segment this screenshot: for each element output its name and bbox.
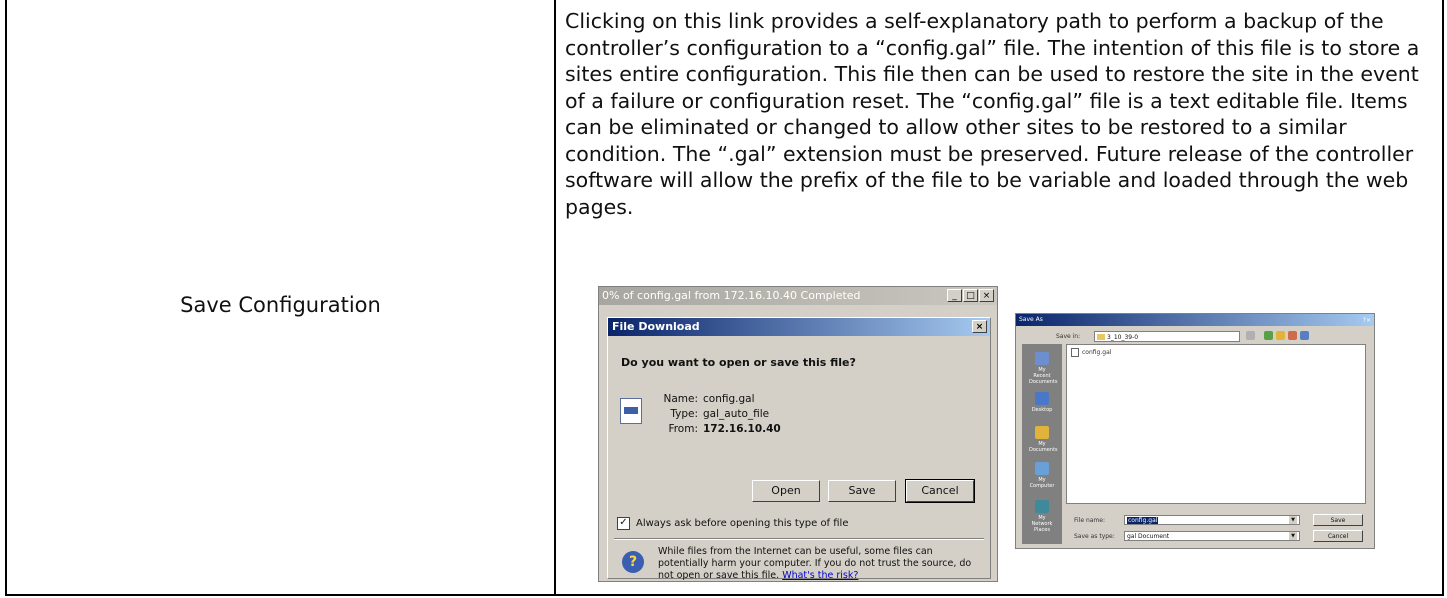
save-as-titlebar: Save As ?× bbox=[1016, 314, 1374, 326]
place-documents[interactable]: My Documents bbox=[1029, 426, 1058, 453]
save-in-value: 3_10_39-0 bbox=[1107, 334, 1139, 341]
security-warning: While files from the Internet can be use… bbox=[658, 546, 978, 581]
type-value: gal_auto_file bbox=[703, 408, 770, 420]
cell-divider bbox=[554, 0, 556, 594]
save-type-select[interactable]: gal Document ▼ bbox=[1124, 531, 1300, 541]
save-type-label: Save as type: bbox=[1074, 533, 1115, 540]
name-value: config.gal bbox=[703, 393, 755, 405]
checkbox-label: Always ask before opening this type of f… bbox=[636, 518, 849, 529]
open-button[interactable]: Open bbox=[752, 480, 820, 502]
save-in-combo[interactable]: 3_10_39-0 bbox=[1094, 331, 1240, 342]
separator bbox=[614, 538, 984, 540]
file-item-name: config.gal bbox=[1082, 349, 1112, 356]
from-value: 172.16.10.40 bbox=[703, 423, 781, 435]
dialog-question: Do you want to open or save this file? bbox=[621, 356, 856, 369]
up-folder-icon[interactable] bbox=[1276, 331, 1285, 340]
from-label: From: bbox=[668, 423, 698, 435]
save-as-cancel-button[interactable]: Cancel bbox=[1313, 530, 1363, 542]
window-controls: _ □ × bbox=[947, 289, 994, 302]
back-icon[interactable] bbox=[1264, 331, 1273, 340]
document-icon bbox=[1071, 348, 1079, 357]
minimize-icon[interactable]: _ bbox=[947, 289, 962, 302]
place-recent-label: My Recent Documents bbox=[1029, 367, 1058, 385]
close-icon[interactable]: × bbox=[979, 289, 994, 302]
file-download-dialog: File Download × Do you want to open or s… bbox=[607, 317, 991, 581]
file-list[interactable]: config.gal bbox=[1066, 344, 1366, 504]
save-type-value: gal Document bbox=[1127, 533, 1170, 540]
shield-question-icon: ? bbox=[622, 551, 644, 573]
place-network-label: My Network Places bbox=[1031, 515, 1053, 533]
place-computer-label: My Computer bbox=[1029, 477, 1055, 489]
file-name-value: config.gal bbox=[1127, 517, 1159, 524]
save-as-save-button[interactable]: Save bbox=[1313, 514, 1363, 526]
place-recent[interactable]: My Recent Documents bbox=[1029, 352, 1058, 385]
dialog-title: File Download bbox=[612, 320, 700, 333]
cancel-button[interactable]: Cancel bbox=[905, 479, 975, 503]
dialog-controls: × bbox=[972, 320, 987, 333]
dropdown-icon[interactable] bbox=[1246, 331, 1255, 340]
name-label: Name: bbox=[663, 393, 698, 405]
save-as-close-icon[interactable]: ?× bbox=[1363, 315, 1371, 327]
network-places-icon bbox=[1035, 500, 1049, 513]
save-as-title: Save As bbox=[1019, 316, 1043, 323]
place-desktop-label: Desktop bbox=[1031, 407, 1053, 413]
file-item[interactable]: config.gal bbox=[1071, 348, 1111, 357]
file-name-input[interactable]: config.gal ▼ bbox=[1124, 515, 1300, 525]
save-button[interactable]: Save bbox=[828, 480, 896, 502]
dialog-titlebar: File Download × bbox=[608, 318, 990, 336]
checkmark-icon[interactable]: ✓ bbox=[617, 517, 630, 530]
file-details: Name: config.gal Type: gal_auto_file From:… bbox=[656, 392, 781, 437]
risk-link[interactable]: What's the risk? bbox=[782, 570, 858, 581]
file-icon bbox=[620, 398, 642, 424]
progress-title: 0% of config.gal from 172.16.10.40 Compl… bbox=[602, 289, 861, 302]
views-icon[interactable] bbox=[1300, 331, 1309, 340]
always-ask-checkbox[interactable]: ✓ Always ask before opening this type of… bbox=[617, 517, 849, 530]
file-download-screenshot: 0% of config.gal from 172.16.10.40 Compl… bbox=[598, 286, 998, 582]
my-documents-icon bbox=[1035, 426, 1049, 439]
recent-documents-icon bbox=[1035, 352, 1049, 365]
save-as-screenshot: Save As ?× Save in: 3_10_39-0 My Recent … bbox=[1015, 313, 1375, 549]
progress-titlebar: 0% of config.gal from 172.16.10.40 Compl… bbox=[599, 287, 997, 305]
row-label: Save Configuration bbox=[180, 293, 381, 317]
type-label: Type: bbox=[670, 408, 698, 420]
place-network[interactable]: My Network Places bbox=[1029, 500, 1055, 533]
desktop-icon bbox=[1035, 392, 1049, 405]
dialog-close-icon[interactable]: × bbox=[972, 320, 987, 333]
places-bar: My Recent Documents Desktop My Documents… bbox=[1022, 344, 1062, 544]
place-documents-label: My Documents bbox=[1029, 441, 1058, 453]
label-cell: Save Configuration bbox=[7, 0, 554, 594]
new-folder-icon[interactable] bbox=[1288, 331, 1297, 340]
save-type-dropdown-icon[interactable]: ▼ bbox=[1289, 532, 1297, 540]
place-computer[interactable]: My Computer bbox=[1029, 462, 1055, 489]
file-name-label: File name: bbox=[1074, 517, 1105, 524]
place-desktop[interactable]: Desktop bbox=[1029, 392, 1055, 413]
my-computer-icon bbox=[1035, 462, 1049, 475]
file-name-dropdown-icon[interactable]: ▼ bbox=[1289, 516, 1297, 524]
maximize-icon[interactable]: □ bbox=[963, 289, 978, 302]
save-in-label: Save in: bbox=[1056, 333, 1081, 340]
row-description: Clicking on this link provides a self-ex… bbox=[565, 9, 1420, 219]
